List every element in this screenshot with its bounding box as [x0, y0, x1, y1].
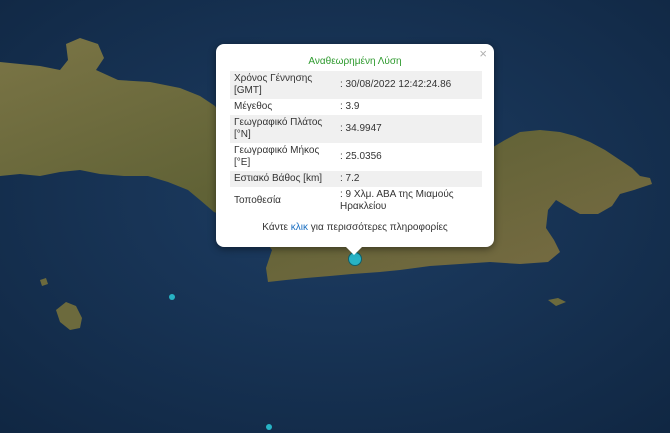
row-value: : 7.2 — [335, 171, 482, 187]
row-value: : 34.9947 — [335, 115, 482, 143]
table-row: Γεωγραφικό Πλάτος [°N] : 34.9947 — [230, 115, 482, 143]
row-value: : 30/08/2022 12:42:24.86 — [335, 71, 482, 99]
table-row: Μέγεθος : 3.9 — [230, 99, 482, 115]
row-value: : 25.0356 — [340, 151, 382, 162]
table-row: Τοποθεσία : 9 Χλμ. ΑΒΑ της Μιαμούς Ηρακλ… — [230, 187, 482, 215]
footer-suffix: για περισσότερες πληροφορίες — [308, 222, 448, 233]
row-value: : 3.9 — [340, 101, 360, 112]
table-row: Εστιακό Βάθος [km] : 7.2 — [230, 171, 482, 187]
row-label: Γεωγραφικό Πλάτος [°N] — [230, 115, 335, 143]
popup-tip — [344, 245, 364, 255]
row-label: Χρόνος Γέννησης [GMT] — [230, 71, 335, 99]
earthquake-popup: × Αναθεωρημένη Λύση Χρόνος Γέννησης [GMT… — [216, 44, 494, 247]
footer-prefix: Κάντε — [262, 222, 291, 233]
row-label: Εστιακό Βάθος [km] — [230, 171, 335, 187]
earthquake-marker[interactable] — [169, 294, 175, 300]
row-label: Μέγεθος — [234, 101, 273, 112]
table-row: Χρόνος Γέννησης [GMT] : 30/08/2022 12:42… — [230, 71, 482, 99]
earthquake-marker[interactable] — [266, 424, 272, 430]
popup-title: Αναθεωρημένη Λύση — [308, 56, 402, 67]
table-row: Γεωγραφικό Μήκος [°E] : 25.0356 — [230, 143, 482, 171]
row-label: Γεωγραφικό Μήκος [°E] — [234, 145, 320, 168]
earthquake-details-table: Χρόνος Γέννησης [GMT] : 30/08/2022 12:42… — [230, 71, 482, 215]
more-info-text: Κάντε κλικ για περισσότερες πληροφορίες — [216, 222, 494, 233]
row-label: Τοποθεσία — [234, 195, 281, 206]
row-value: : 9 Χλμ. ΑΒΑ της Μιαμούς Ηρακλείου — [340, 189, 454, 212]
more-info-link[interactable]: κλικ — [291, 222, 308, 233]
